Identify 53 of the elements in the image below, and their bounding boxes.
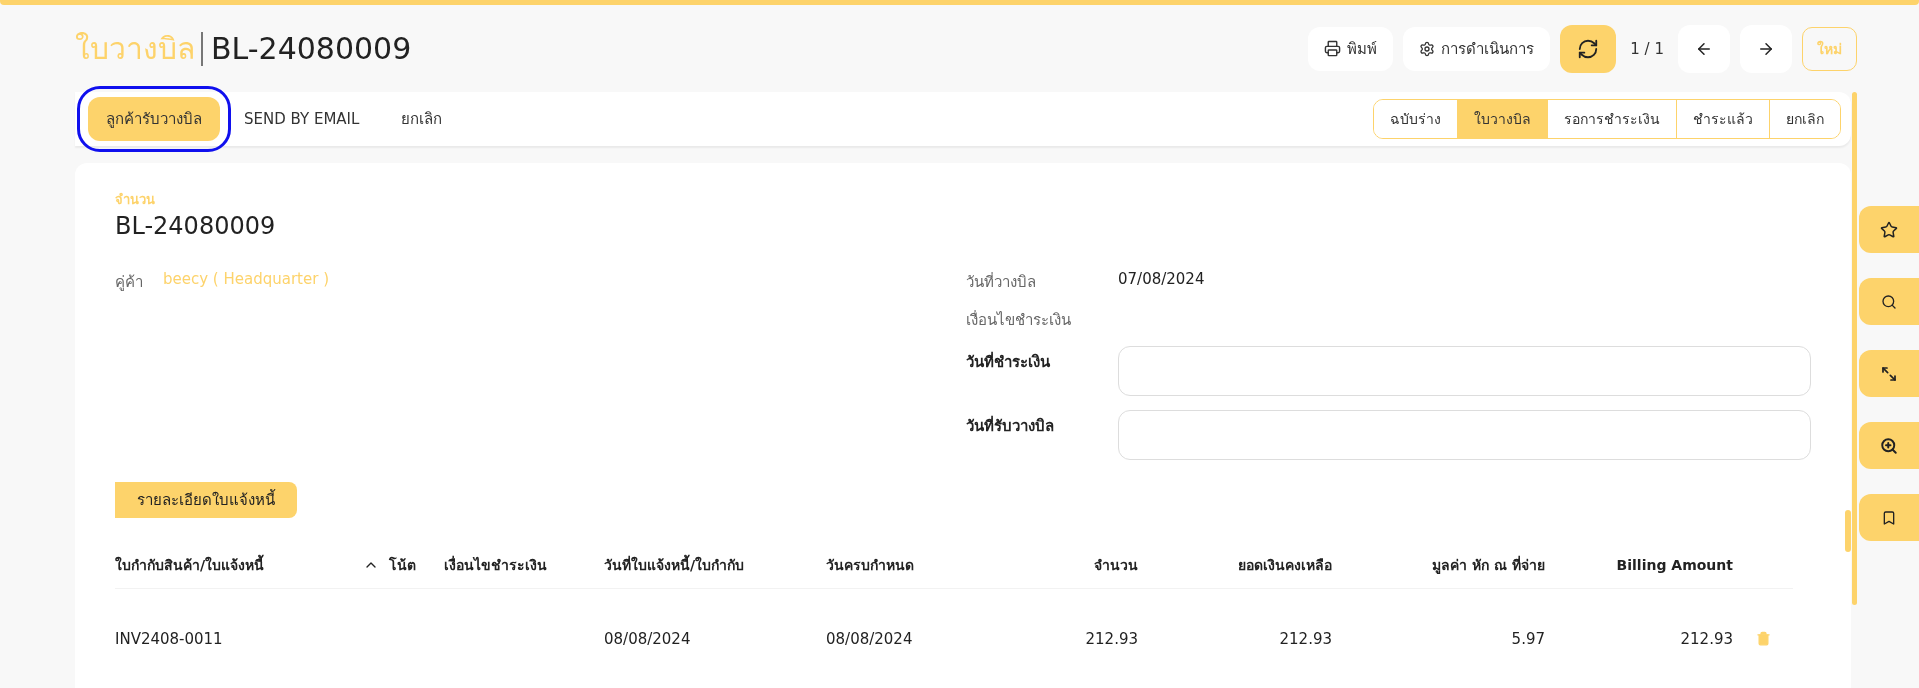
field-value: 07/08/2024 <box>1118 270 1206 290</box>
field-label: คู่ค้า <box>115 272 143 293</box>
zoom-in-button[interactable] <box>1859 422 1919 469</box>
column-header: มูลค่า หัก ณ ที่จ่าย <box>1432 554 1545 576</box>
refresh-icon <box>1577 37 1600 60</box>
trash-icon[interactable] <box>1755 631 1771 646</box>
column-header: ยอดเงินคงเหลือ <box>1238 556 1332 575</box>
field-label: วันที่วางบิล <box>966 271 1037 293</box>
column-header: ใบกำกับสินค้า/ใบแจ้งหนี้ <box>115 554 265 576</box>
column-header: โน้ต <box>389 555 416 575</box>
document-number: BL-24080009 <box>211 31 412 66</box>
field-label: วันที่ชำระเงิน <box>966 350 1051 373</box>
favorite-button[interactable] <box>1859 206 1919 253</box>
table-cell: 08/08/2024 <box>826 629 913 648</box>
bookmark-button[interactable] <box>1859 494 1919 541</box>
search-button[interactable] <box>1859 278 1919 325</box>
zoom-in-icon <box>1880 436 1898 455</box>
action-button[interactable]: ยกเลิก <box>383 97 461 141</box>
table-cell: INV2408-0011 <box>115 629 223 648</box>
field-label: วันที่รับวางบิล <box>966 414 1055 437</box>
previous-button[interactable] <box>1678 24 1730 73</box>
refresh-button[interactable] <box>1560 24 1617 73</box>
date-input-field[interactable] <box>1118 346 1811 396</box>
print-button[interactable]: พิมพ์ <box>1308 26 1394 71</box>
star-icon <box>1880 220 1898 239</box>
column-header: วันครบกำหนด <box>826 556 914 575</box>
scrollbar[interactable] <box>1845 92 1857 605</box>
printer-icon <box>1324 40 1342 57</box>
expand-icon <box>1881 365 1897 382</box>
detail-tab[interactable]: รายละเอียดใบแจ้งหนี้ <box>115 482 297 518</box>
column-header: เงื่อนไขชำระเงิน <box>444 554 547 575</box>
table-cell: 212.93 <box>1279 629 1332 648</box>
column-header: Billing Amount <box>1616 557 1733 573</box>
pager-count: 1 / 1 <box>1630 39 1664 58</box>
table-cell: 212.93 <box>1680 629 1733 648</box>
date-input-field[interactable] <box>1118 410 1811 460</box>
bookmark-icon <box>1881 509 1897 526</box>
settings-icon <box>1419 40 1436 57</box>
table-cell: 08/08/2024 <box>604 629 691 648</box>
column-header: จำนวน <box>1094 556 1138 575</box>
actions-button[interactable]: การดำเนินการ <box>1403 26 1551 71</box>
bill-number: BL-24080009 <box>115 212 277 240</box>
expand-button[interactable] <box>1859 350 1919 397</box>
table-cell: 5.97 <box>1511 629 1545 648</box>
action-button[interactable]: SEND BY EMAIL <box>226 97 378 141</box>
column-header: วันที่ใบแจ้งหนี้/ใบกำกับ <box>604 554 745 576</box>
field-label: เงื่อนไขชำระเงิน <box>966 309 1072 331</box>
search-icon <box>1881 293 1897 310</box>
status-step[interactable]: ยกเลิก <box>1769 100 1840 138</box>
next-button[interactable] <box>1740 24 1792 73</box>
table-cell: 212.93 <box>1085 629 1138 648</box>
status-step[interactable]: ใบวางบิล <box>1457 100 1547 138</box>
field-label: จำนวน <box>115 191 156 209</box>
